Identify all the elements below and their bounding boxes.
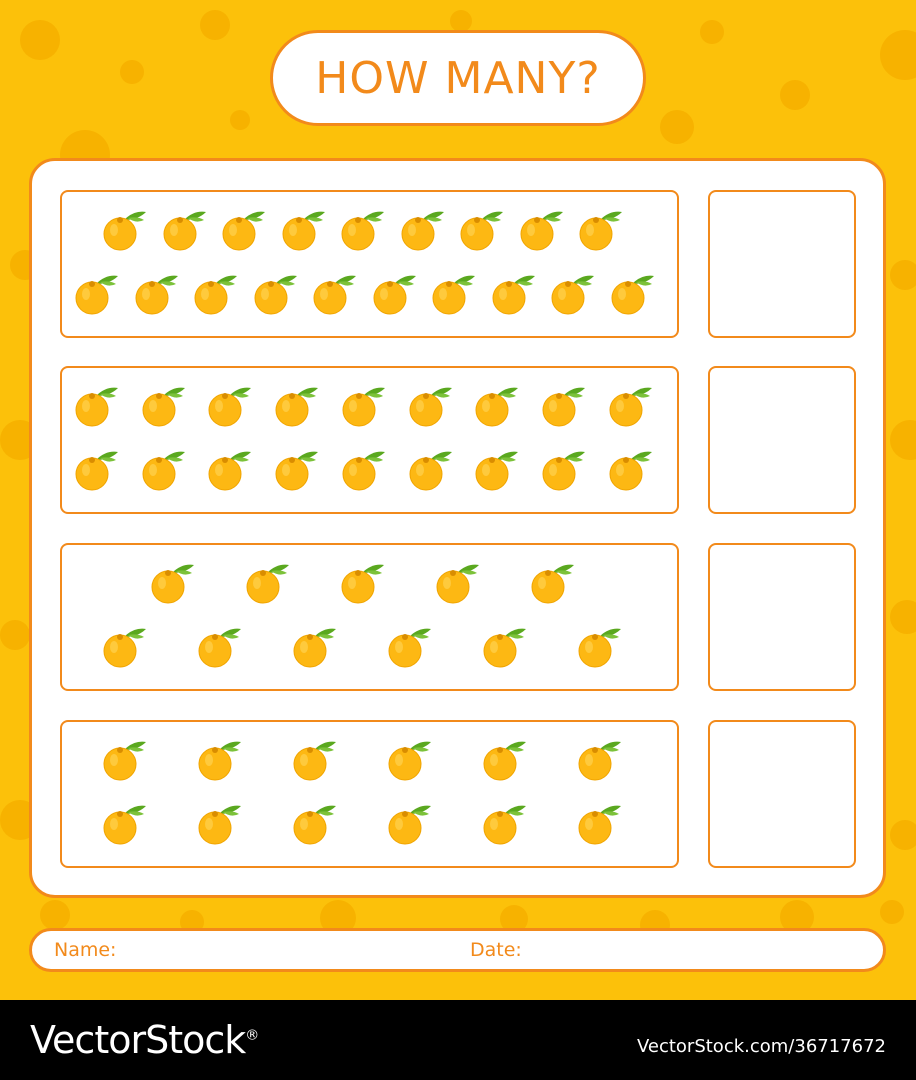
background-dot xyxy=(450,10,472,32)
orange-icon xyxy=(528,559,580,605)
orange-icon xyxy=(191,270,243,316)
orange-icon xyxy=(148,559,200,605)
orange-icon xyxy=(219,206,271,252)
background-dot xyxy=(890,820,916,850)
background-dot xyxy=(660,110,694,144)
orange-icon xyxy=(370,270,422,316)
orange-icon xyxy=(398,206,450,252)
orange-icon xyxy=(195,736,247,782)
background-dot xyxy=(890,600,916,634)
orange-icon xyxy=(385,623,437,669)
orange-icon xyxy=(472,382,524,428)
orange-icon xyxy=(251,270,303,316)
orange-icon xyxy=(385,800,437,846)
orange-icon xyxy=(72,270,124,316)
orange-icon xyxy=(272,446,324,492)
orange-icon xyxy=(160,206,212,252)
orange-icon xyxy=(290,800,342,846)
counting-box-4 xyxy=(60,720,679,868)
orange-icon xyxy=(338,559,390,605)
orange-icon xyxy=(290,623,342,669)
orange-icon xyxy=(72,446,124,492)
orange-icon xyxy=(489,270,541,316)
answer-box-2[interactable] xyxy=(708,366,856,514)
footer-url: VectorStock.com/36717672 xyxy=(636,1036,886,1057)
name-label: Name: xyxy=(54,939,117,961)
orange-icon xyxy=(243,559,295,605)
orange-icon xyxy=(100,623,152,669)
orange-icon xyxy=(406,382,458,428)
orange-icon xyxy=(429,270,481,316)
orange-icon xyxy=(139,382,191,428)
orange-icon xyxy=(132,270,184,316)
background-dot xyxy=(230,110,250,130)
orange-icon xyxy=(575,736,627,782)
orange-icon xyxy=(457,206,509,252)
background-dot xyxy=(700,20,724,44)
orange-icon xyxy=(548,270,600,316)
orange-icon xyxy=(195,800,247,846)
orange-icon xyxy=(480,800,532,846)
background-dot xyxy=(780,80,810,110)
orange-icon xyxy=(205,382,257,428)
vectorstock-logo: VectorStock® xyxy=(30,1018,259,1062)
counting-box-3 xyxy=(60,543,679,691)
counting-box-2 xyxy=(60,366,679,514)
orange-icon xyxy=(139,446,191,492)
orange-icon xyxy=(100,800,152,846)
orange-icon xyxy=(472,446,524,492)
orange-icon xyxy=(480,736,532,782)
orange-icon xyxy=(279,206,331,252)
orange-icon xyxy=(608,270,660,316)
orange-icon xyxy=(310,270,362,316)
background-dot xyxy=(20,20,60,60)
orange-icon xyxy=(338,206,390,252)
date-label: Date: xyxy=(470,939,522,961)
orange-icon xyxy=(339,382,391,428)
orange-icon xyxy=(480,623,532,669)
background-dot xyxy=(120,60,144,84)
watermark-footer: VectorStock® VectorStock.com/36717672 xyxy=(0,1000,916,1080)
answer-box-3[interactable] xyxy=(708,543,856,691)
orange-icon xyxy=(339,446,391,492)
page-title: HOW MANY? xyxy=(315,52,601,104)
background-dot xyxy=(0,620,30,650)
orange-icon xyxy=(576,206,628,252)
title-banner: HOW MANY? xyxy=(270,30,646,126)
orange-icon xyxy=(433,559,485,605)
orange-icon xyxy=(195,623,247,669)
orange-icon xyxy=(575,800,627,846)
orange-icon xyxy=(385,736,437,782)
orange-icon xyxy=(290,736,342,782)
orange-icon xyxy=(100,736,152,782)
background-dot xyxy=(200,10,230,40)
answer-box-1[interactable] xyxy=(708,190,856,338)
orange-icon xyxy=(539,382,591,428)
orange-icon xyxy=(606,446,658,492)
name-date-bar: Name: Date: xyxy=(29,928,886,972)
orange-icon xyxy=(272,382,324,428)
counting-box-1 xyxy=(60,190,679,338)
background-dot xyxy=(880,900,904,924)
background-dot xyxy=(880,30,916,80)
orange-icon xyxy=(606,382,658,428)
orange-icon xyxy=(100,206,152,252)
orange-icon xyxy=(406,446,458,492)
orange-icon xyxy=(205,446,257,492)
orange-icon xyxy=(539,446,591,492)
orange-icon xyxy=(517,206,569,252)
background-dot xyxy=(40,900,70,930)
answer-box-4[interactable] xyxy=(708,720,856,868)
background-dot xyxy=(890,420,916,460)
orange-icon xyxy=(72,382,124,428)
background-dot xyxy=(890,260,916,290)
orange-icon xyxy=(575,623,627,669)
